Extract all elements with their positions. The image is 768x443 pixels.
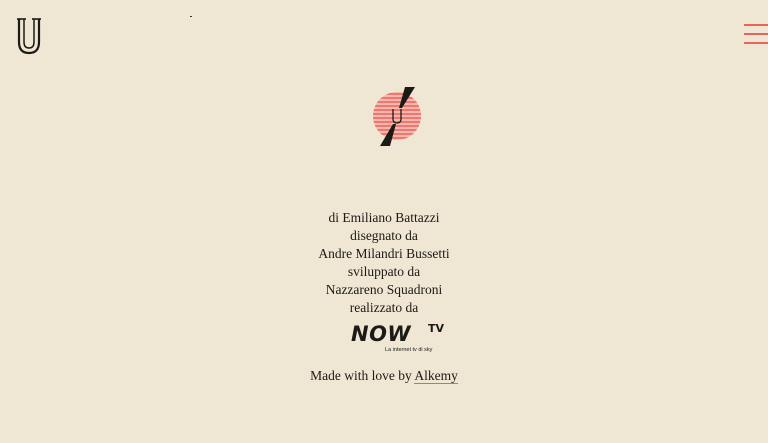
menu-line-icon bbox=[744, 33, 768, 35]
credits-block: di Emiliano Battazzi disegnato da Andre … bbox=[0, 209, 768, 317]
produced-by-label: realizzato da bbox=[349, 300, 419, 315]
author-line: di Emiliano Battazzi bbox=[328, 210, 440, 225]
nowtv-logo: NOW TV La internet tv di sky bbox=[351, 322, 447, 358]
footer-text: Made with love by bbox=[310, 368, 412, 383]
nowtv-brand-text: NOW bbox=[351, 322, 412, 346]
u-logo-icon bbox=[17, 18, 41, 55]
striped-circle-u-icon bbox=[373, 87, 421, 146]
designed-by-label: disegnato da bbox=[350, 228, 418, 243]
emblem-logo bbox=[369, 86, 429, 148]
designer-name: Andre Milandri Bussetti bbox=[318, 246, 450, 261]
alkemy-link[interactable]: Alkemy bbox=[414, 368, 458, 384]
developed-by-label: sviluppato da bbox=[347, 264, 421, 279]
site-logo[interactable] bbox=[17, 17, 41, 55]
menu-button[interactable] bbox=[744, 24, 768, 46]
menu-line-icon bbox=[744, 42, 768, 44]
nowtv-suffix-text: TV bbox=[428, 322, 445, 335]
footer-credit: Made with love by Alkemy bbox=[0, 367, 768, 385]
developer-name: Nazzareno Squadroni bbox=[325, 282, 443, 297]
menu-line-icon bbox=[744, 24, 768, 26]
top-divider-mark bbox=[190, 16, 192, 17]
nowtv-tagline: La internet tv di sky bbox=[385, 347, 433, 353]
